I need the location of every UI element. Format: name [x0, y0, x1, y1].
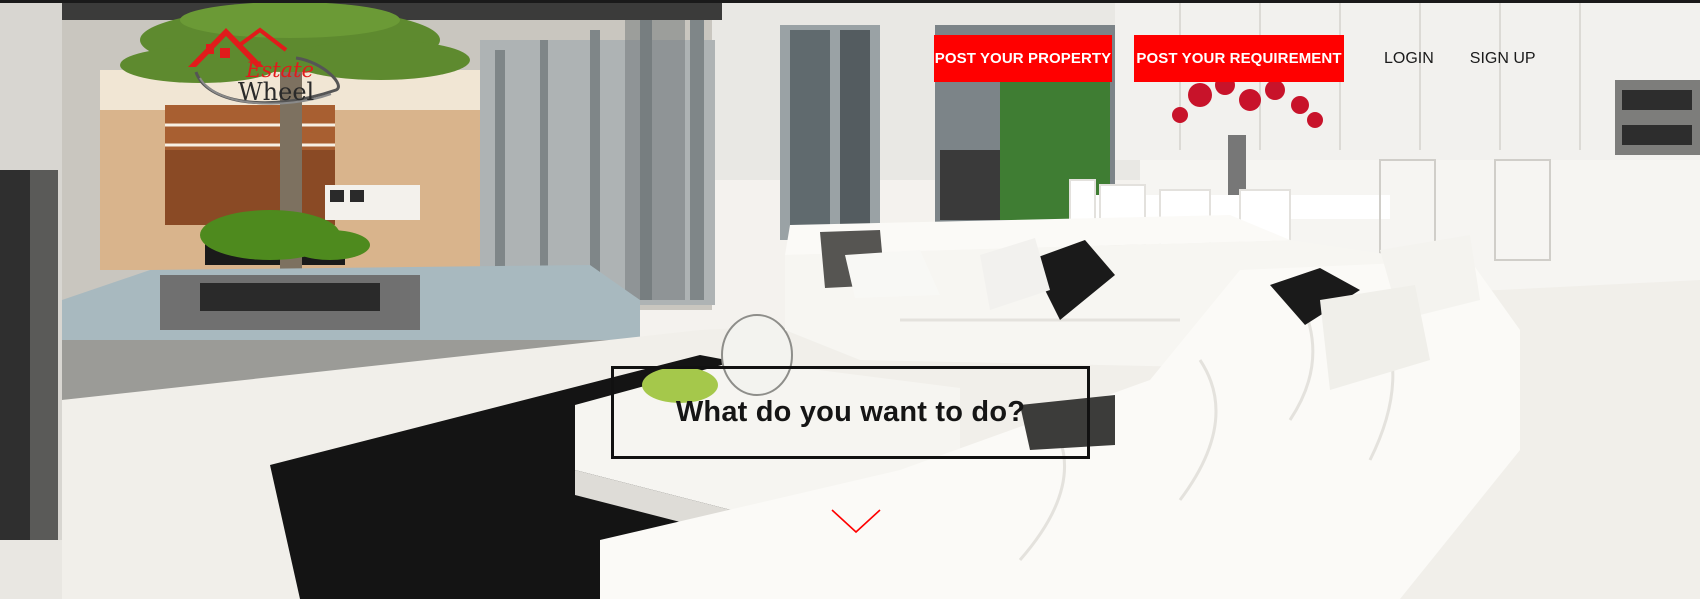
top-border	[0, 0, 1700, 3]
cta-box[interactable]: What do you want to do?	[611, 366, 1090, 459]
login-link[interactable]: LOGIN	[1384, 50, 1434, 68]
signup-link[interactable]: SIGN UP	[1470, 50, 1536, 68]
top-nav: POST YOUR PROPERTY POST YOUR REQUIREMENT…	[934, 35, 1536, 82]
chevron-down-icon[interactable]	[830, 506, 882, 536]
logo-line2: Wheel	[238, 78, 315, 106]
post-requirement-button[interactable]: POST YOUR REQUIREMENT	[1134, 35, 1344, 82]
post-property-button[interactable]: POST YOUR PROPERTY	[934, 35, 1112, 82]
cta-heading: What do you want to do?	[675, 396, 1026, 428]
hero-section: Estate Wheel POST YOUR PROPERTY POST YOU…	[0, 0, 1700, 599]
site-logo[interactable]: Estate Wheel	[186, 22, 356, 114]
